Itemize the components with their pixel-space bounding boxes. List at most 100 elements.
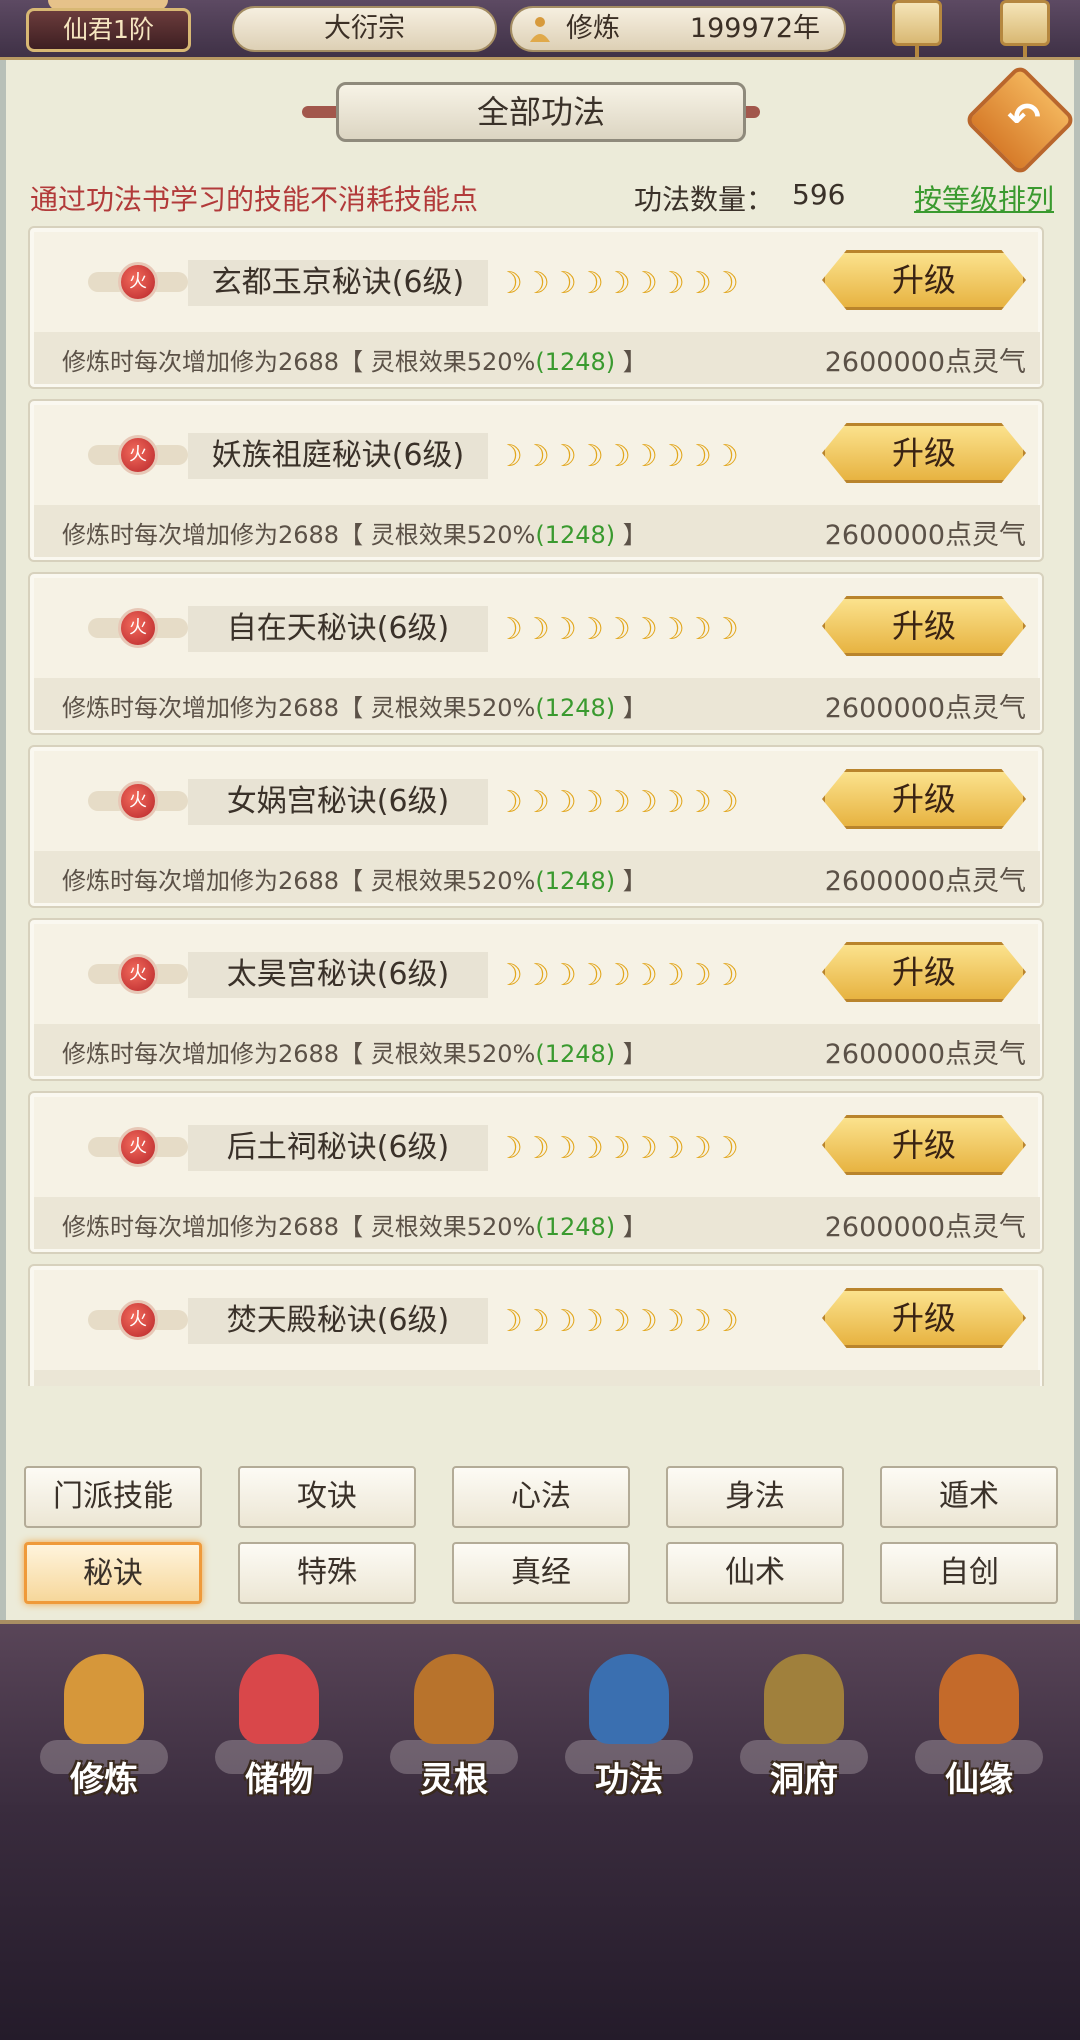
info-row: 通过功法书学习的技能不消耗技能点 功法数量： 596 按等级排列 [24, 178, 1054, 218]
nav-item[interactable]: 洞府 [734, 1644, 874, 1804]
skill-description: 修炼时每次增加修为2688【 灵根效果520%(1248) 】 [62, 348, 647, 376]
moon-star-icon: ☽ [550, 439, 577, 474]
nav-label: 功法 [595, 1760, 663, 1800]
cultivator-icon [64, 1654, 144, 1744]
element-label: 火 [118, 781, 158, 821]
fire-element-icon: 火 [88, 254, 188, 310]
upgrade-button[interactable]: 升级 [822, 1288, 1026, 1348]
category-tab[interactable]: 仙术 [666, 1542, 844, 1604]
moon-star-icon: ☽ [604, 439, 631, 474]
upgrade-button[interactable]: 升级 [822, 1115, 1026, 1175]
skill-star-rating: ☽ ☽ ☽ ☽ ☽ ☽ ☽ ☽ ☽ [496, 437, 739, 477]
moon-star-icon: ☽ [658, 266, 685, 301]
moon-star-icon: ☽ [550, 266, 577, 301]
moon-star-icon: ☽ [685, 439, 712, 474]
lantern-icon[interactable] [1000, 0, 1050, 57]
moon-star-icon: ☽ [685, 612, 712, 647]
sort-by-level-link[interactable]: 按等级排列 [914, 178, 1054, 218]
skill-name: 太昊宫秘诀(6级) [188, 952, 488, 998]
moon-star-icon: ☽ [712, 439, 739, 474]
moon-star-icon: ☽ [496, 612, 523, 647]
moon-star-icon: ☽ [658, 1304, 685, 1339]
moon-star-icon: ☽ [685, 266, 712, 301]
skill-description: 修炼时每次增加修为2688【 灵根效果520%(1248) 】 [62, 867, 647, 895]
nav-item[interactable]: 仙缘 [909, 1644, 1049, 1804]
fire-element-icon: 火 [88, 1292, 188, 1348]
moon-star-icon: ☽ [685, 1131, 712, 1166]
element-label: 火 [118, 262, 158, 302]
moon-star-icon: ☽ [685, 785, 712, 820]
bottom-background [0, 1805, 1080, 2040]
nav-label: 灵根 [420, 1760, 488, 1800]
fire-element-icon: 火 [88, 600, 188, 656]
skill-star-rating: ☽ ☽ ☽ ☽ ☽ ☽ ☽ ☽ ☽ [496, 783, 739, 823]
lantern-icon[interactable] [892, 0, 942, 57]
moon-star-icon: ☽ [658, 439, 685, 474]
moon-star-icon: ☽ [577, 1131, 604, 1166]
category-tab[interactable]: 真经 [452, 1542, 630, 1604]
category-tab[interactable]: 身法 [666, 1466, 844, 1528]
element-label: 火 [118, 954, 158, 994]
category-tab[interactable]: 特殊 [238, 1542, 416, 1604]
moon-star-icon: ☽ [550, 1131, 577, 1166]
fire-element-icon: 火 [88, 946, 188, 1002]
moon-star-icon: ☽ [577, 439, 604, 474]
moon-star-icon: ☽ [658, 958, 685, 993]
moon-star-icon: ☽ [577, 612, 604, 647]
moon-star-icon: ☽ [604, 612, 631, 647]
moon-star-icon: ☽ [550, 1304, 577, 1339]
skill-star-rating: ☽ ☽ ☽ ☽ ☽ ☽ ☽ ☽ ☽ [496, 956, 739, 996]
moon-star-icon: ☽ [631, 785, 658, 820]
skill-desc-row: 修炼时每次增加修为2688【 灵根效果520%(1248) 】 2600000点… [34, 505, 1040, 557]
upgrade-button[interactable]: 升级 [822, 423, 1026, 483]
moon-star-icon: ☽ [604, 1131, 631, 1166]
moon-star-icon: ☽ [523, 266, 550, 301]
fire-element-icon: 火 [88, 427, 188, 483]
upgrade-button[interactable]: 升级 [822, 769, 1026, 829]
pavilion-icon [764, 1654, 844, 1744]
upgrade-cost: 2600000点灵气 [824, 866, 1026, 897]
skill-list[interactable]: 火 玄都玉京秘诀(6级) ☽ ☽ ☽ ☽ ☽ ☽ ☽ ☽ ☽ 升级 修炼时每次增加修为2688【… [28, 226, 1044, 1386]
upgrade-button[interactable]: 升级 [822, 596, 1026, 656]
category-tab[interactable]: 攻诀 [238, 1466, 416, 1528]
moon-star-icon: ☽ [631, 1304, 658, 1339]
moon-star-icon: ☽ [712, 612, 739, 647]
moon-star-icon: ☽ [496, 785, 523, 820]
moon-star-icon: ☽ [496, 958, 523, 993]
category-tab[interactable]: 门派技能 [24, 1466, 202, 1528]
upgrade-cost: 2600000点灵气 [824, 520, 1026, 551]
category-tab[interactable]: 心法 [452, 1466, 630, 1528]
nav-item[interactable]: 储物 [209, 1644, 349, 1804]
moon-star-icon: ☽ [496, 1304, 523, 1339]
nav-label: 仙缘 [945, 1760, 1013, 1800]
skill-description: 修炼时每次增加修为2688【 灵根效果520%(1248) 】 [62, 694, 647, 722]
skill-desc-row: 修炼时每次增加修为2688【 灵根效果520%(1248) 】 2600000点… [34, 851, 1040, 903]
sect-name[interactable]: 大衍宗 [232, 6, 497, 52]
moon-star-icon: ☽ [631, 958, 658, 993]
moon-star-icon: ☽ [631, 266, 658, 301]
nav-label: 储物 [245, 1760, 313, 1800]
skill-card: 火 女娲宫秘诀(6级) ☽ ☽ ☽ ☽ ☽ ☽ ☽ ☽ ☽ 升级 修炼时每次增加修为2688【 … [28, 745, 1044, 908]
category-tab[interactable]: 遁术 [880, 1466, 1058, 1528]
moon-star-icon: ☽ [658, 785, 685, 820]
nav-item[interactable]: 灵根 [384, 1644, 524, 1804]
moon-star-icon: ☽ [577, 785, 604, 820]
category-tab[interactable]: 自创 [880, 1542, 1058, 1604]
element-label: 火 [118, 1300, 158, 1340]
moon-star-icon: ☽ [496, 266, 523, 301]
category-tab[interactable]: 秘诀 [24, 1542, 202, 1604]
moon-star-icon: ☽ [496, 1131, 523, 1166]
moon-star-icon: ☽ [577, 1304, 604, 1339]
skill-description: 修炼时每次增加修为2688【 灵根效果520%(1248) 】 [62, 521, 647, 549]
skill-star-rating: ☽ ☽ ☽ ☽ ☽ ☽ ☽ ☽ ☽ [496, 610, 739, 650]
upgrade-button[interactable]: 升级 [822, 942, 1026, 1002]
skill-card: 火 后土祠秘诀(6级) ☽ ☽ ☽ ☽ ☽ ☽ ☽ ☽ ☽ 升级 修炼时每次增加修为2688【 … [28, 1091, 1044, 1254]
nav-item[interactable]: 功法 [559, 1644, 699, 1804]
nav-item[interactable]: 修炼 [34, 1644, 174, 1804]
upgrade-button[interactable]: 升级 [822, 250, 1026, 310]
moon-star-icon: ☽ [604, 785, 631, 820]
upgrade-cost: 2600000点灵气 [824, 1212, 1026, 1243]
return-arrow-icon[interactable]: ↶ [1004, 98, 1044, 138]
moon-star-icon: ☽ [604, 1304, 631, 1339]
top-status-bar: 仙君1阶 大衍宗 修炼 199972年 [0, 0, 1080, 60]
